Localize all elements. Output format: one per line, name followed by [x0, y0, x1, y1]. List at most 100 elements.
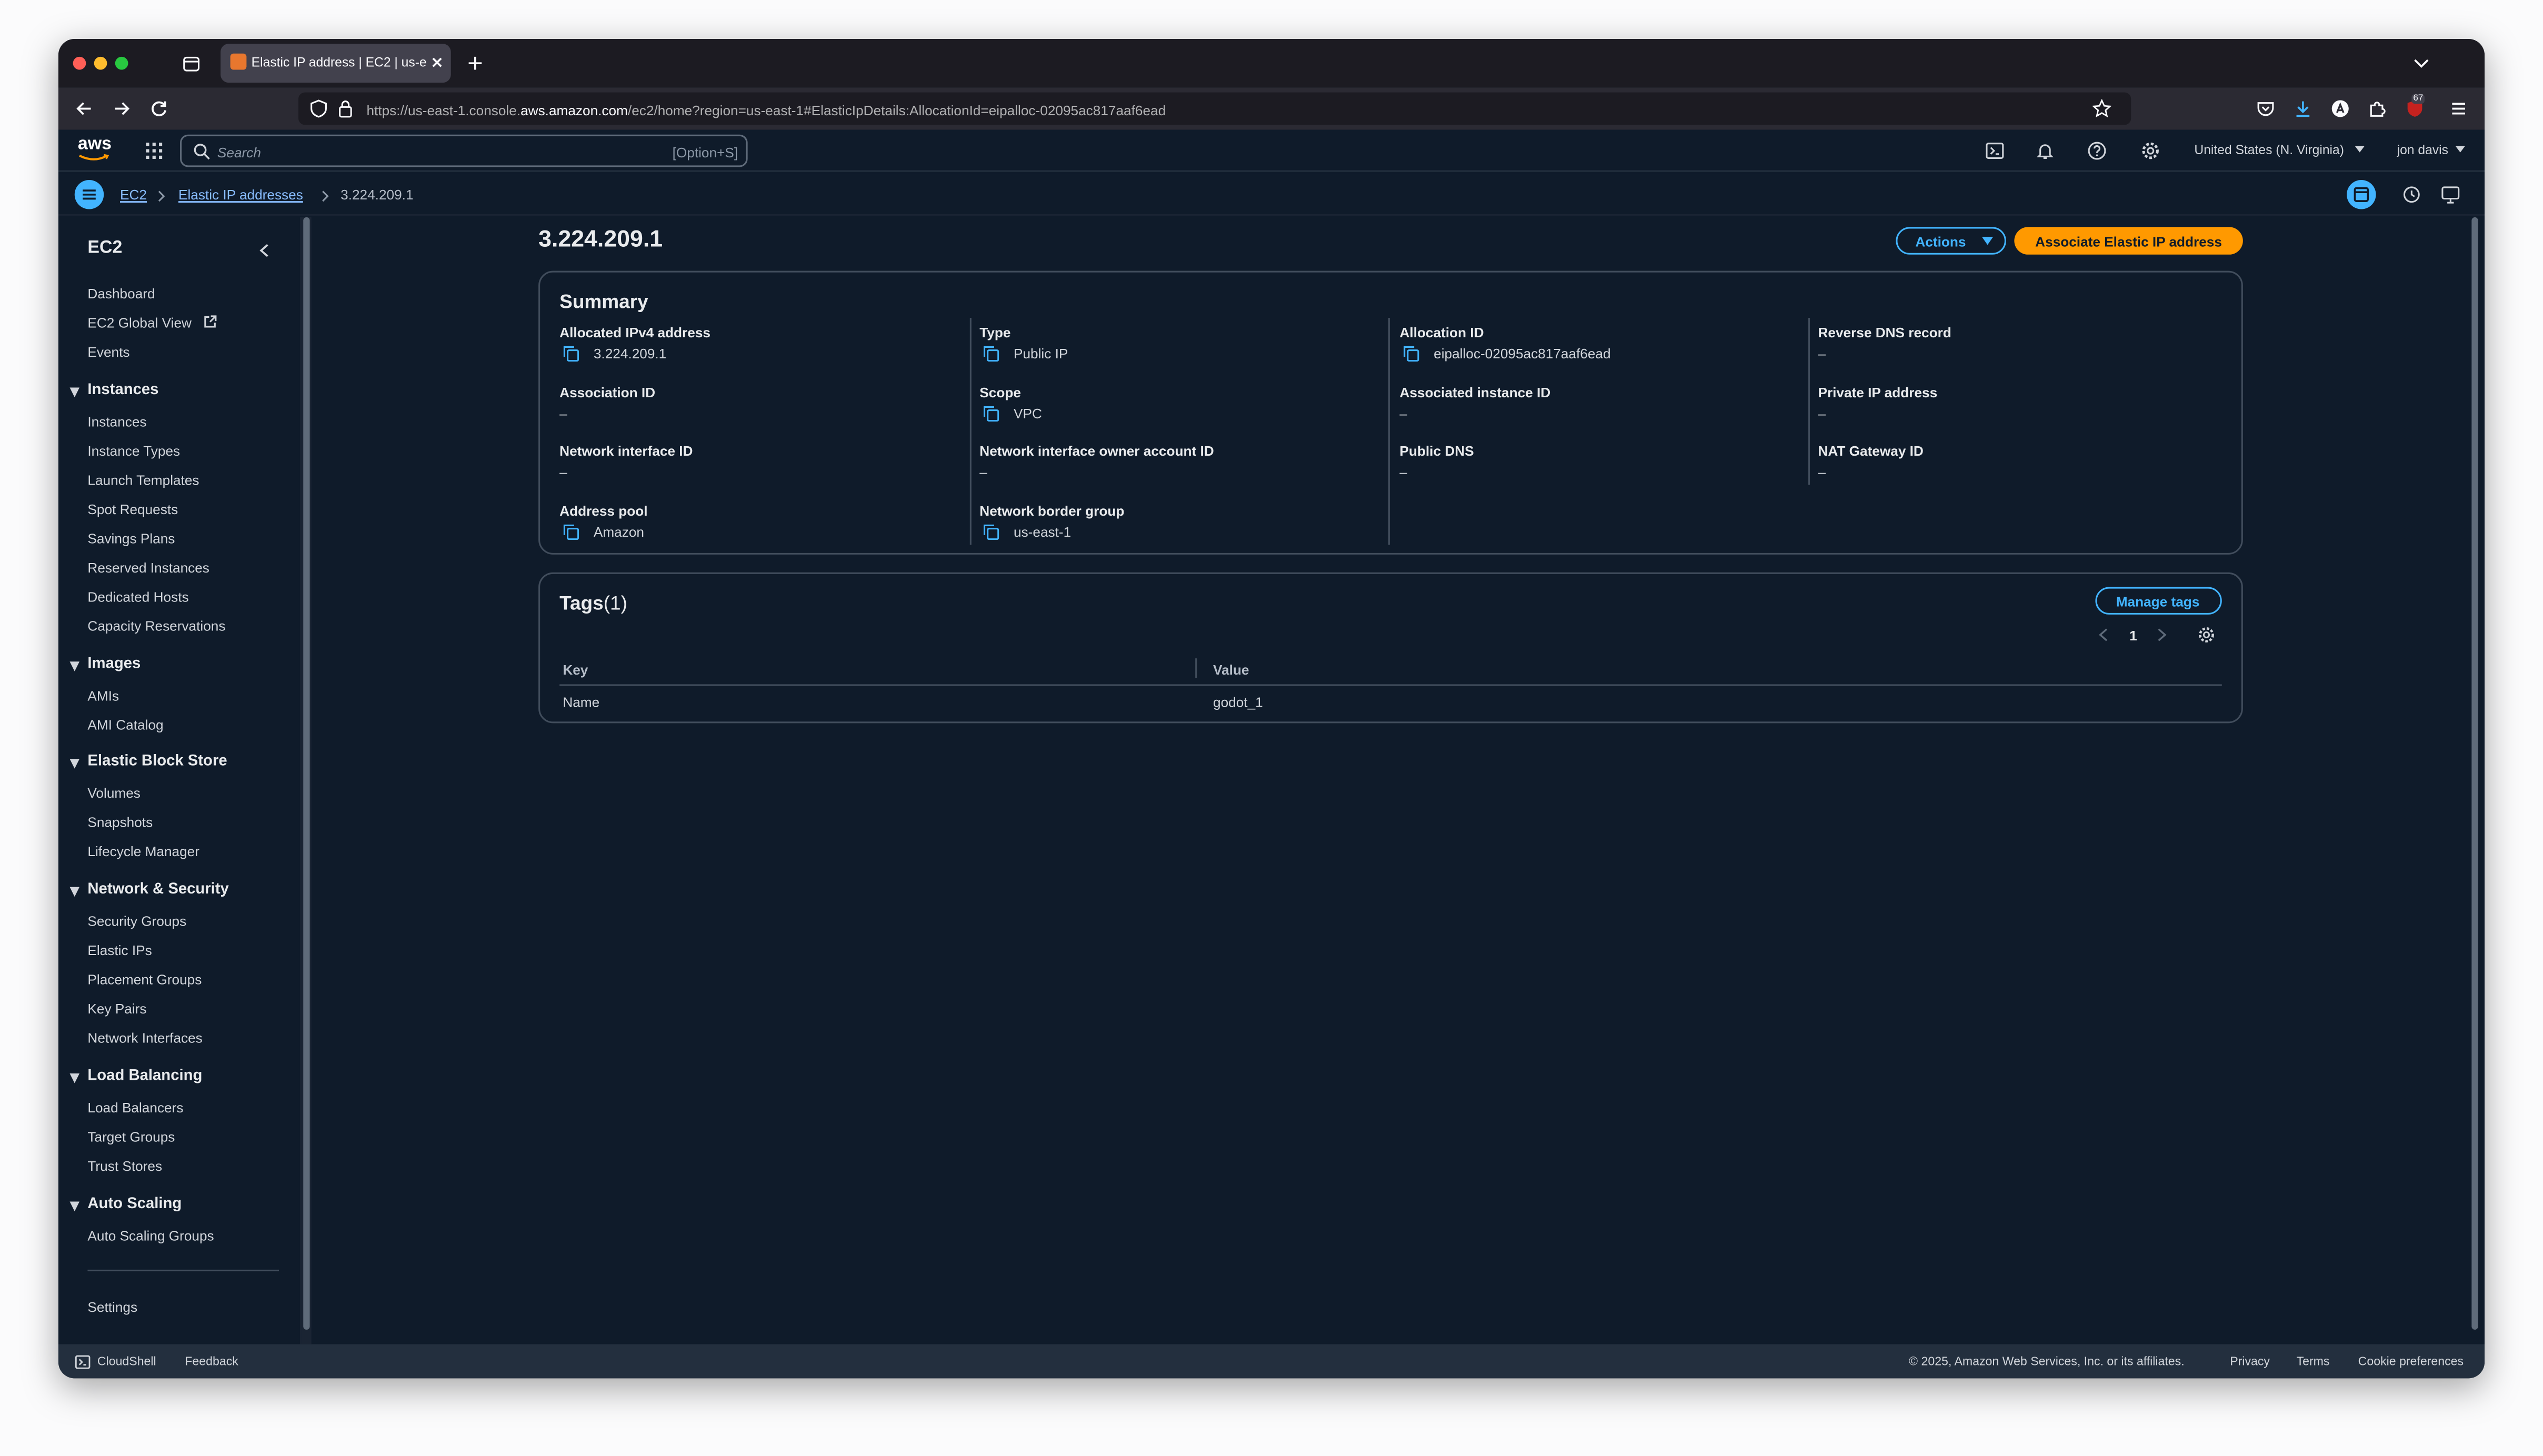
history-icon[interactable]	[2402, 185, 2421, 204]
address-bar[interactable]: https://us-east-1.console.aws.amazon.com…	[298, 92, 2131, 125]
copy-icon[interactable]	[1403, 345, 1419, 362]
terms-link[interactable]: Terms	[2297, 1354, 2330, 1369]
sidebar-item-snapshots[interactable]: Snapshots	[87, 814, 153, 830]
expand-caret-icon[interactable]	[69, 759, 79, 769]
breadcrumb-ec2-link[interactable]: EC2	[120, 186, 147, 203]
column-header-key[interactable]: Key	[563, 661, 588, 678]
content-scrollbar[interactable]	[2468, 217, 2481, 1344]
sidebar-item-lifecycle-manager[interactable]: Lifecycle Manager	[87, 843, 199, 859]
region-selector[interactable]: United States (N. Virginia)	[2185, 130, 2365, 172]
sidebar-item-load-balancers[interactable]: Load Balancers	[87, 1099, 183, 1116]
sidebar-item-ami-catalog[interactable]: AMI Catalog	[87, 717, 163, 733]
sidebar-item-volumes[interactable]: Volumes	[87, 785, 140, 801]
copy-icon[interactable]	[983, 524, 999, 540]
feedback-screen-icon[interactable]	[2441, 185, 2460, 204]
shield-icon[interactable]	[310, 99, 328, 118]
sidebar-item-amis[interactable]: AMIs	[87, 688, 119, 704]
sidebar-scrollbar-thumb[interactable]	[303, 217, 310, 1330]
sidebar-item-instances[interactable]: Instances	[87, 414, 146, 430]
back-arrow-icon[interactable]	[75, 99, 94, 118]
copy-icon[interactable]	[983, 405, 999, 422]
tab-overview-icon[interactable]	[182, 54, 201, 73]
sidebar-scrollbar[interactable]	[302, 217, 312, 1344]
sidebar-item-reserved-instances[interactable]: Reserved Instances	[87, 559, 209, 576]
prev-page-chevron-icon[interactable]	[2099, 628, 2108, 642]
minimize-window-dot[interactable]	[94, 56, 107, 70]
collapse-nav-chevron-icon[interactable]	[259, 243, 269, 258]
copy-icon[interactable]	[983, 345, 999, 362]
sidebar-section-load-balancing[interactable]: Load Balancing	[87, 1067, 202, 1085]
forward-arrow-icon[interactable]	[112, 99, 132, 118]
cloudshell-footer-button[interactable]: CloudShell	[75, 1344, 164, 1379]
lock-icon[interactable]	[337, 99, 354, 118]
sidebar-item-instance-types[interactable]: Instance Types	[87, 443, 180, 459]
tab-list-chevron-icon[interactable]	[2411, 55, 2431, 72]
sidebar-item-network-interfaces[interactable]: Network Interfaces	[87, 1030, 202, 1046]
aws-logo[interactable]: aws	[75, 135, 114, 164]
side-nav-toggle-button[interactable]	[74, 180, 104, 209]
expand-caret-icon[interactable]	[69, 887, 79, 897]
sidebar-item-spot-requests[interactable]: Spot Requests	[87, 501, 178, 517]
manage-tags-button[interactable]: Manage tags	[2095, 587, 2222, 615]
sidebar-item-launch-templates[interactable]: Launch Templates	[87, 472, 199, 488]
sidebar-item-dedicated-hosts[interactable]: Dedicated Hosts	[87, 589, 188, 605]
copy-icon[interactable]	[563, 345, 579, 362]
new-tab-icon[interactable]	[465, 54, 485, 73]
user-menu[interactable]: jon davis	[2387, 130, 2466, 172]
tab-elastic-ip[interactable]: Elastic IP address | EC2 | us-eas	[221, 44, 451, 83]
sidebar-item-auto-scaling-groups[interactable]: Auto Scaling Groups	[87, 1228, 214, 1244]
cookie-preferences-link[interactable]: Cookie preferences	[2358, 1354, 2464, 1369]
sidebar-item-target-groups[interactable]: Target Groups	[87, 1129, 175, 1145]
sidebar-item-key-pairs[interactable]: Key Pairs	[87, 1000, 146, 1017]
sidebar-item-placement-groups[interactable]: Placement Groups	[87, 971, 202, 988]
content-scrollbar-thumb[interactable]	[2471, 217, 2478, 1330]
actions-button[interactable]: Actions	[1896, 227, 2006, 255]
sidebar-item-settings[interactable]: Settings	[87, 1299, 137, 1315]
maximize-window-dot[interactable]	[115, 56, 128, 70]
sidebar-section-images[interactable]: Images	[87, 655, 141, 673]
download-icon[interactable]	[2293, 99, 2312, 118]
sidebar-item-elastic-ips[interactable]: Elastic IPs	[87, 942, 152, 958]
page-number[interactable]: 1	[2129, 628, 2137, 644]
expand-caret-icon[interactable]	[69, 661, 79, 671]
column-header-value[interactable]: Value	[1213, 661, 1249, 678]
side-nav-title[interactable]: EC2	[87, 238, 122, 258]
sidebar-item-events[interactable]: Events	[87, 344, 129, 360]
ublock-extension[interactable]: 67	[2404, 94, 2429, 122]
sidebar-item-ec2-global-view[interactable]: EC2 Global View	[87, 315, 192, 331]
sidebar-section-auto-scaling[interactable]: Auto Scaling	[87, 1195, 182, 1213]
table-settings-gear-icon[interactable]	[2198, 626, 2216, 644]
bookmark-star-icon[interactable]	[2092, 98, 2112, 118]
expand-caret-icon[interactable]	[69, 387, 79, 397]
expand-caret-icon[interactable]	[69, 1201, 79, 1211]
close-tab-icon[interactable]	[430, 55, 445, 70]
sidebar-item-savings-plans[interactable]: Savings Plans	[87, 530, 175, 547]
sidebar-section-elastic-block-store[interactable]: Elastic Block Store	[87, 752, 227, 770]
pocket-icon[interactable]	[2256, 99, 2276, 118]
notifications-bell-icon[interactable]	[2035, 141, 2055, 160]
sidebar-section-network-security[interactable]: Network & Security	[87, 880, 228, 898]
expand-caret-icon[interactable]	[69, 1073, 79, 1083]
search-input[interactable]: Search [Option+S]	[180, 134, 748, 167]
extensions-puzzle-icon[interactable]	[2368, 99, 2387, 118]
copy-icon[interactable]	[563, 524, 579, 540]
close-window-dot[interactable]	[73, 56, 86, 70]
sidebar-item-trust-stores[interactable]: Trust Stores	[87, 1158, 162, 1174]
help-icon[interactable]	[2087, 141, 2107, 160]
sidebar-item-security-groups[interactable]: Security Groups	[87, 913, 186, 929]
cloudshell-icon[interactable]	[1985, 141, 2005, 160]
services-grid-icon[interactable]	[144, 141, 164, 160]
reload-icon[interactable]	[149, 99, 169, 118]
settings-gear-icon[interactable]	[2141, 141, 2160, 160]
privacy-link[interactable]: Privacy	[2230, 1354, 2270, 1369]
info-panel-button[interactable]	[2347, 180, 2376, 209]
account-a-icon[interactable]	[2330, 99, 2350, 118]
feedback-link[interactable]: Feedback	[185, 1354, 238, 1369]
associate-elastic-ip-button[interactable]: Associate Elastic IP address	[2014, 227, 2243, 255]
column-resizer[interactable]	[1195, 658, 1197, 678]
breadcrumb-elastic-ips-link[interactable]: Elastic IP addresses	[178, 186, 303, 203]
hamburger-menu-icon[interactable]	[2449, 99, 2468, 118]
sidebar-section-instances[interactable]: Instances	[87, 381, 158, 399]
next-page-chevron-icon[interactable]	[2157, 628, 2167, 642]
sidebar-item-dashboard[interactable]: Dashboard	[87, 285, 155, 302]
